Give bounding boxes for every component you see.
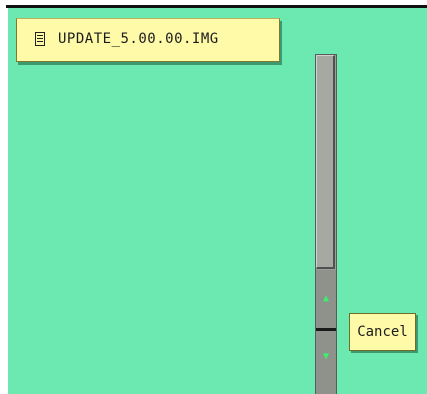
file-icon xyxy=(35,32,45,46)
file-name: UPDATE_5.00.00.IMG xyxy=(58,31,219,47)
scrollbar-thumb[interactable] xyxy=(316,55,335,269)
arrow-down-icon[interactable]: ▼ xyxy=(319,350,333,364)
scroll-buttons xyxy=(316,270,336,394)
arrow-up-icon[interactable]: ▲ xyxy=(319,292,333,306)
file-selection-screen: UPDATE_5.00.00.IMG ▲ ▼ Cancel xyxy=(0,0,427,394)
cancel-button[interactable]: Cancel xyxy=(349,313,416,351)
scroll-button-divider xyxy=(316,328,336,331)
file-list-item[interactable]: UPDATE_5.00.00.IMG xyxy=(16,18,280,62)
